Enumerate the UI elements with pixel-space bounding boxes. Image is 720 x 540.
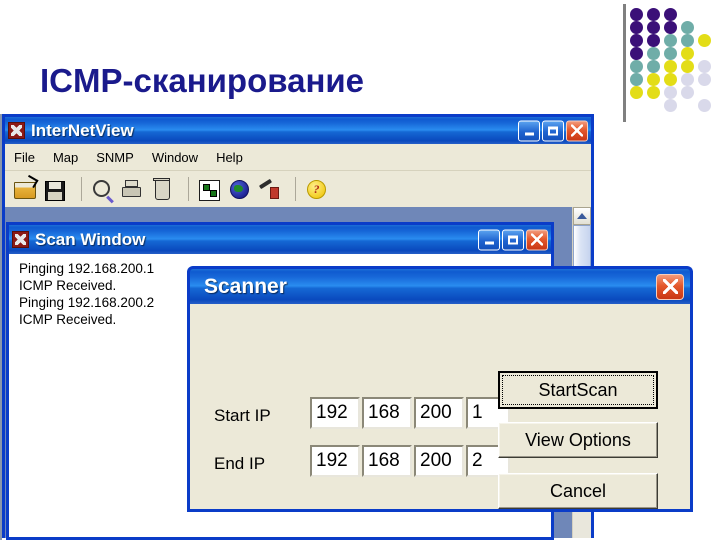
decorative-dot <box>630 47 643 60</box>
scanwindow-app-icon <box>12 231 29 248</box>
decorative-dot <box>647 8 660 21</box>
menu-item-file[interactable]: File <box>14 150 35 165</box>
delete-trash-icon[interactable] <box>150 177 174 201</box>
cancel-button[interactable]: Cancel <box>498 473 658 509</box>
decorative-dot <box>630 21 643 34</box>
end-ip-octet-1[interactable]: 192 <box>310 445 360 477</box>
decorative-divider-line <box>623 4 626 122</box>
decorative-dot <box>630 60 643 73</box>
print-icon[interactable] <box>120 177 144 201</box>
decorative-dot <box>664 34 677 47</box>
decorative-dot <box>647 21 660 34</box>
end-ip-octet-3[interactable]: 200 <box>414 445 464 477</box>
decorative-dot <box>698 34 711 47</box>
decorative-dot <box>664 73 677 86</box>
focus-rectangle <box>502 375 654 405</box>
toolbar-separator <box>188 177 189 201</box>
save-disk-icon[interactable] <box>43 177 67 201</box>
page-title: ICMP-сканирование <box>40 62 365 99</box>
decorative-dot <box>647 73 660 86</box>
scroll-up-arrow[interactable] <box>573 207 591 225</box>
window-title-text: Scan Window <box>35 229 146 249</box>
titlebar-scan-window[interactable]: Scan Window <box>6 222 554 254</box>
decorative-dot <box>647 47 660 60</box>
minimize-button[interactable] <box>478 229 500 250</box>
toolbar-separator <box>81 177 82 201</box>
decorative-dot <box>664 8 677 21</box>
toolbar: ? <box>5 171 591 208</box>
globe-icon[interactable] <box>227 177 251 201</box>
dialog-scanner: Scanner Start IP 192 168 200 1 End IP 19… <box>187 266 693 512</box>
decorative-dot <box>698 73 711 86</box>
window-controls <box>518 120 588 141</box>
decorative-dot-grid <box>630 8 716 112</box>
decorative-dot <box>664 60 677 73</box>
cancel-label: Cancel <box>549 480 607 501</box>
decorative-dot <box>664 99 677 112</box>
decorative-dot <box>647 34 660 47</box>
titlebar-scanner[interactable]: Scanner <box>187 266 693 304</box>
decorative-dot <box>630 8 643 21</box>
decorative-dot <box>681 73 694 86</box>
maximize-button[interactable] <box>502 229 524 250</box>
help-question-icon[interactable]: ? <box>304 177 328 201</box>
decorative-dot <box>681 21 694 34</box>
scanner-body: Start IP 192 168 200 1 End IP 192 168 20… <box>187 304 693 512</box>
decorative-dot <box>664 86 677 99</box>
end-ip-octet-2[interactable]: 168 <box>362 445 412 477</box>
open-folder-icon[interactable] <box>13 177 37 201</box>
start-ip-octet-3[interactable]: 200 <box>414 397 464 429</box>
dialog-title-text: Scanner <box>204 274 287 298</box>
decorative-dot <box>630 34 643 47</box>
minimize-button[interactable] <box>518 120 540 141</box>
toolbar-separator <box>295 177 296 201</box>
window-controls <box>478 229 548 250</box>
decorative-dot <box>698 60 711 73</box>
view-options-button[interactable]: View Options <box>498 422 658 458</box>
decorative-dot <box>630 86 643 99</box>
titlebar-internetview[interactable]: InterNetView <box>2 114 594 144</box>
window-title-text: InterNetView <box>31 120 134 140</box>
close-button[interactable] <box>656 273 684 300</box>
decorative-dot <box>681 60 694 73</box>
view-options-label: View Options <box>525 429 631 450</box>
decorative-dot <box>681 47 694 60</box>
menubar: File Map SNMP Window Help <box>5 144 591 171</box>
decorative-dot <box>664 47 677 60</box>
decorative-dot <box>698 99 711 112</box>
tools-icon[interactable] <box>257 177 281 201</box>
menu-item-window[interactable]: Window <box>152 150 198 165</box>
window-controls <box>656 273 684 300</box>
start-ip-octet-1[interactable]: 192 <box>310 397 360 429</box>
maximize-button[interactable] <box>542 120 564 141</box>
search-magnifier-icon[interactable] <box>90 177 114 201</box>
start-ip-label: Start IP <box>214 406 271 425</box>
menu-item-map[interactable]: Map <box>53 150 78 165</box>
menu-item-help[interactable]: Help <box>216 150 243 165</box>
start-scan-button[interactable]: StartScan <box>498 371 658 409</box>
decorative-dot <box>664 21 677 34</box>
decorative-dot <box>647 60 660 73</box>
decorative-dot <box>647 86 660 99</box>
start-ip-octet-2[interactable]: 168 <box>362 397 412 429</box>
internetview-app-icon <box>8 122 25 139</box>
decorative-dot <box>681 34 694 47</box>
network-map-icon[interactable] <box>197 177 221 201</box>
close-button[interactable] <box>526 229 548 250</box>
close-button[interactable] <box>566 120 588 141</box>
decorative-dot <box>630 73 643 86</box>
menu-item-snmp[interactable]: SNMP <box>96 150 134 165</box>
decorative-dot <box>681 86 694 99</box>
end-ip-label: End IP <box>214 454 266 473</box>
